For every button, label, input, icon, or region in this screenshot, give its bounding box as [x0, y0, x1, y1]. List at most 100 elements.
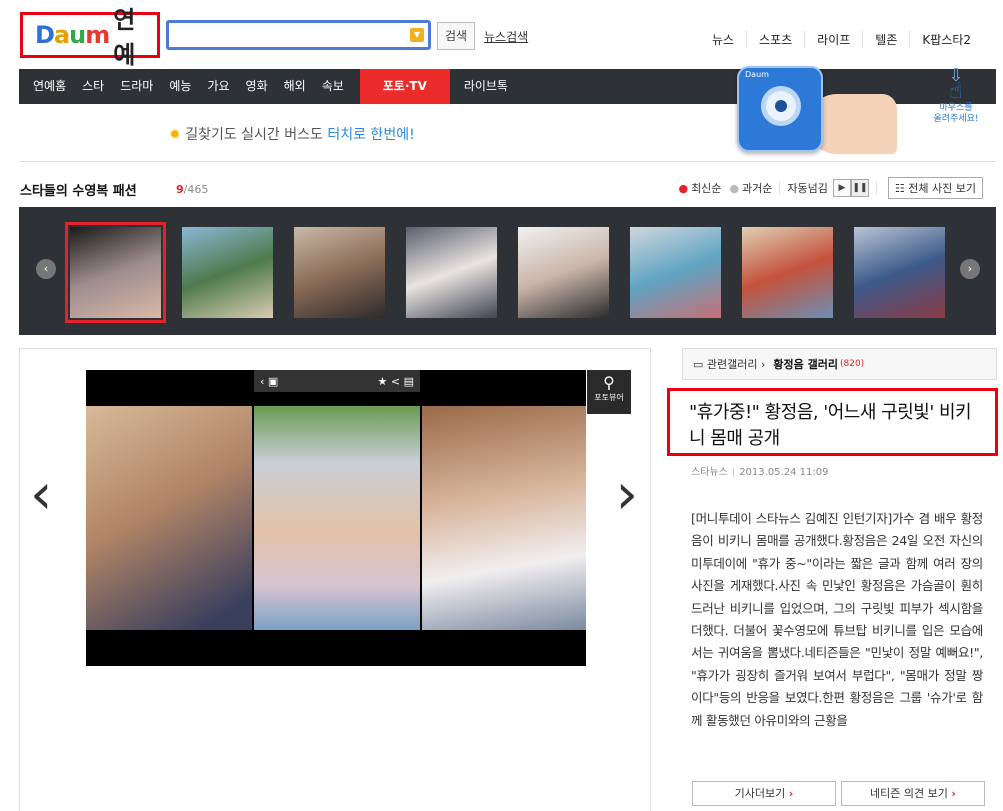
thumbnail-strip: ‹ ›: [19, 207, 996, 335]
photo-collage-left: [86, 406, 252, 630]
thumbnail-image: [630, 227, 721, 318]
nav-item-breaking[interactable]: 속보: [314, 69, 352, 104]
main-photo[interactable]: ‹ ▣ ★ < ▤: [86, 370, 586, 666]
banner-text-prefix: 길찾기도 실시간 버스도: [185, 127, 328, 143]
nav-item-home[interactable]: 연예홈: [19, 69, 74, 104]
strip-next-icon[interactable]: ›: [960, 259, 980, 279]
hand-pointer-icon: ☝: [949, 79, 963, 104]
magnifier-icon: ⚲: [603, 373, 615, 392]
gallery-counter: 9/465: [176, 183, 208, 196]
prev-photo-icon[interactable]: ‹: [30, 467, 52, 523]
strip-prev-icon[interactable]: ‹: [36, 259, 56, 279]
photo-collage-right: [422, 406, 586, 630]
related-label: 관련갤러리: [706, 358, 758, 371]
photo-collage-center: [254, 406, 420, 630]
related-gallery-bar[interactable]: ▭ 관련갤러리 › 황정음 갤러리 (820): [682, 348, 997, 380]
banner-text: ✹ 길찾기도 실시간 버스도 터치로 한번에!: [169, 124, 415, 144]
article-date: 2013.05.24 11:09: [739, 467, 829, 478]
search-input[interactable]: [169, 23, 409, 47]
gallery-total: /465: [183, 183, 209, 196]
nav-item-movie[interactable]: 영화: [238, 69, 276, 104]
gallery-controls: ● 최신순 ● 과거순 자동넘김 ▶ ❚❚ ☷ 전체 사진 보기: [678, 177, 983, 199]
gallery-thumbnail[interactable]: [518, 227, 609, 318]
gallery-name[interactable]: 황정음 갤러리: [773, 356, 838, 372]
nav-item-music[interactable]: 가요: [199, 69, 237, 104]
news-search-link[interactable]: 뉴스검색: [484, 28, 528, 45]
cam-tile-label: Daum: [745, 70, 769, 79]
thumbnail-image: [406, 227, 497, 318]
daum-entertainment-logo[interactable]: Daum 연예: [20, 6, 160, 69]
nav-item-star[interactable]: 스타: [74, 69, 112, 104]
top-link-life[interactable]: 라이프: [804, 31, 862, 48]
play-icon[interactable]: ▶: [832, 179, 851, 197]
mouse-hint-line1: 마우스를: [939, 103, 973, 113]
mouse-hint: ⇩ ☝ 마우스를 올려주세요!: [926, 67, 986, 125]
thumbnail-image: [742, 227, 833, 318]
banner-text-highlight: 터치로 한번에!: [327, 127, 415, 143]
article-headline: "휴가중!" 황정음, '어느새 구릿빛' 비키니 몸매 공개: [667, 388, 998, 456]
gallery-title: 스타들의 수영복 패션: [20, 184, 137, 199]
nav-item-overseas[interactable]: 해외: [276, 69, 314, 104]
article-source: 스타뉴스: [691, 467, 728, 478]
gallery-thumbnail[interactable]: [742, 227, 833, 318]
top-link-sports[interactable]: 스포츠: [746, 31, 804, 48]
thumbnail-image: [518, 227, 609, 318]
top-link-news[interactable]: 뉴스: [700, 31, 746, 48]
search-dropdown-icon[interactable]: ▼: [410, 28, 424, 42]
search-box[interactable]: ▼: [166, 20, 431, 50]
next-photo-icon[interactable]: ›: [616, 467, 638, 523]
photo-panel: ‹ ‹ ▣ ★ < ▤ › ⚲ 포토뷰어: [19, 348, 651, 811]
phone-toolbar: ‹ ▣ ★ < ▤: [254, 370, 420, 392]
divider: [779, 182, 781, 194]
camera-app-icon: Daum: [737, 66, 823, 152]
view-all-label: 전체 사진 보기: [908, 182, 976, 195]
gallery-thumbnail[interactable]: [406, 227, 497, 318]
nav-item-photo-tv[interactable]: 포토·TV: [359, 69, 450, 104]
top-links: 뉴스 스포츠 라이프 텔존 K팝스타2: [700, 31, 983, 48]
sort-past[interactable]: 과거순: [742, 180, 772, 196]
gallery-thumbnail[interactable]: [854, 227, 945, 318]
sun-icon: ✹: [169, 127, 181, 143]
chevron-right-icon: ›: [788, 787, 794, 800]
read-more-label: 기사더보기: [734, 787, 786, 800]
gallery-current: 9: [176, 183, 184, 196]
ad-banner[interactable]: ✹ 길찾기도 실시간 버스도 터치로 한번에! Daum ⇩ ☝ 마우스를 올려…: [19, 66, 996, 162]
comments-label: 네티즌 의견 보기: [870, 787, 948, 800]
divider: [875, 182, 877, 194]
section-name: 연예: [113, 6, 136, 69]
mouse-hint-line2: 올려주세요!: [933, 114, 979, 124]
thumbnail-image: [294, 227, 385, 318]
gallery-icon: ▭: [693, 357, 704, 371]
auto-advance-label: 자동넘김: [787, 182, 828, 195]
top-link-kpopstar[interactable]: K팝스타2: [909, 31, 983, 48]
view-all-photos-button[interactable]: ☷ 전체 사진 보기: [887, 177, 983, 199]
thumbnail-image: [854, 227, 945, 318]
phone-toolbar-icons: ★ < ▤: [377, 374, 414, 388]
gallery-thumbnail[interactable]: [65, 222, 166, 323]
pause-icon[interactable]: ❚❚: [850, 179, 869, 197]
back-chevron-icon: ‹ ▣: [260, 374, 279, 388]
photo-viewer-label: 포토뷰어: [594, 393, 624, 402]
nav-item-variety[interactable]: 예능: [161, 69, 199, 104]
article-meta: 스타뉴스 | 2013.05.24 11:09: [691, 467, 829, 478]
past-dot-icon: ●: [729, 181, 740, 195]
thumbnail-image: [182, 227, 273, 318]
gallery-thumbnail[interactable]: [182, 227, 273, 318]
chevron-right-icon: ›: [951, 787, 956, 800]
article-body: [머니투데이 스타뉴스 김예진 인턴기자]가수 겸 배우 황정음이 비키니 몸매…: [691, 511, 983, 728]
sort-latest[interactable]: 최신순: [691, 180, 721, 196]
comments-button[interactable]: 네티즌 의견 보기 ›: [841, 781, 985, 806]
photo-viewer-button[interactable]: ⚲ 포토뷰어: [587, 370, 631, 414]
gallery-thumbnail[interactable]: [294, 227, 385, 318]
gallery-thumbnail[interactable]: [630, 227, 721, 318]
nav-item-drama[interactable]: 드라마: [112, 69, 161, 104]
read-more-button[interactable]: 기사더보기 ›: [692, 781, 836, 806]
camera-lens-icon: [761, 86, 801, 126]
thumbnail-image: [70, 227, 161, 318]
search-button[interactable]: 검색: [437, 22, 475, 50]
gallery-count: (820): [839, 359, 865, 369]
top-link-telzone[interactable]: 텔존: [862, 31, 909, 48]
grid-icon: ☷: [894, 182, 905, 195]
nav-item-livetalk[interactable]: 라이브톡: [456, 69, 516, 104]
latest-dot-icon: ●: [678, 181, 689, 195]
